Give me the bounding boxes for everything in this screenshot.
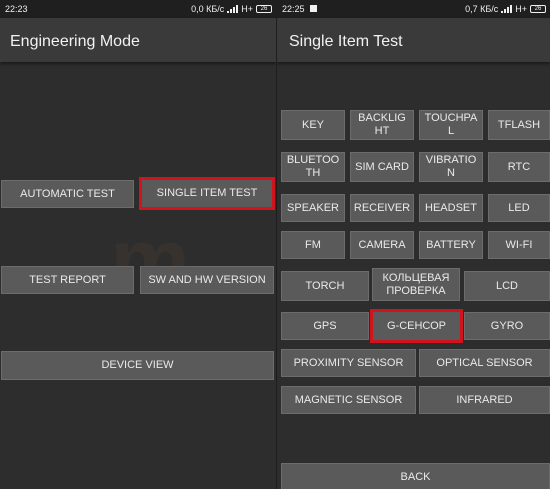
status-time: 22:23 (5, 4, 28, 14)
circular-check-button[interactable]: КОЛЬЦЕВАЯ ПРОВЕРКА (372, 268, 460, 301)
gyro-button[interactable]: GYRO (464, 312, 550, 340)
bluetooth-button[interactable]: BLUETOO TH (281, 152, 345, 182)
status-bar: 22:23 0,0 КБ/с H+ 26 (0, 0, 276, 18)
device-view-button[interactable]: DEVICE VIEW (1, 351, 274, 380)
proximity-sensor-button[interactable]: PROXIMITY SENSOR (281, 349, 416, 377)
vibration-button[interactable]: VIBRATIO N (419, 152, 483, 182)
network-type: H+ (515, 4, 527, 14)
fm-button[interactable]: FM (281, 231, 345, 259)
test-report-button[interactable]: TEST REPORT (1, 266, 134, 294)
key-button[interactable]: KEY (281, 110, 345, 140)
battery-button[interactable]: BATTERY (419, 231, 483, 259)
torch-button[interactable]: TORCH (281, 271, 369, 301)
sw-hw-version-button[interactable]: SW AND HW VERSION (140, 266, 274, 294)
camera-button[interactable]: CAMERA (350, 231, 414, 259)
network-type: H+ (241, 4, 253, 14)
single-item-test-button[interactable]: SINGLE ITEM TEST (139, 177, 275, 210)
g-sensor-button[interactable]: G-СЕНСОР (370, 309, 463, 343)
status-bar: 22:25 0,7 КБ/с H+ 26 (277, 0, 550, 18)
battery-icon: 26 (256, 5, 272, 13)
network-speed: 0,0 КБ/с (191, 4, 225, 14)
touchpal-button[interactable]: TOUCHPA L (419, 110, 483, 140)
battery-icon: 26 (530, 5, 546, 13)
network-speed: 0,7 КБ/с (465, 4, 499, 14)
single-item-test-screen: 22:25 0,7 КБ/с H+ 26 Single Item Test KE… (276, 0, 550, 489)
infrared-button[interactable]: INFRARED (419, 386, 550, 414)
status-time: 22:25 (282, 4, 305, 14)
sim-card-button[interactable]: SIM CARD (350, 152, 414, 182)
optical-sensor-button[interactable]: OPTICAL SENSOR (419, 349, 550, 377)
automatic-test-button[interactable]: AUTOMATIC TEST (1, 180, 134, 208)
lcd-button[interactable]: LCD (464, 271, 550, 301)
rtc-button[interactable]: RTC (488, 152, 550, 182)
headset-button[interactable]: HEADSET (419, 194, 483, 222)
speaker-button[interactable]: SPEAKER (281, 194, 345, 222)
app-bar: Single Item Test (277, 18, 550, 62)
tflash-button[interactable]: TFLASH (488, 110, 550, 140)
watermark-logo: m (110, 211, 201, 311)
page-title: Engineering Mode (10, 33, 140, 50)
wifi-button[interactable]: WI-FI (488, 231, 550, 259)
receiver-button[interactable]: RECEIVER (350, 194, 414, 222)
notification-icon (310, 5, 317, 12)
signal-icon (501, 5, 513, 13)
back-button[interactable]: BACK (281, 463, 550, 489)
app-bar: Engineering Mode (0, 18, 276, 62)
backlight-button[interactable]: BACKLIG HT (350, 110, 414, 140)
engineering-mode-screen: 22:23 0,0 КБ/с H+ 26 Engineering Mode m … (0, 0, 276, 489)
page-title: Single Item Test (289, 33, 403, 50)
magnetic-sensor-button[interactable]: MAGNETIC SENSOR (281, 386, 416, 414)
gps-button[interactable]: GPS (281, 312, 369, 340)
led-button[interactable]: LED (488, 194, 550, 222)
signal-icon (227, 5, 239, 13)
